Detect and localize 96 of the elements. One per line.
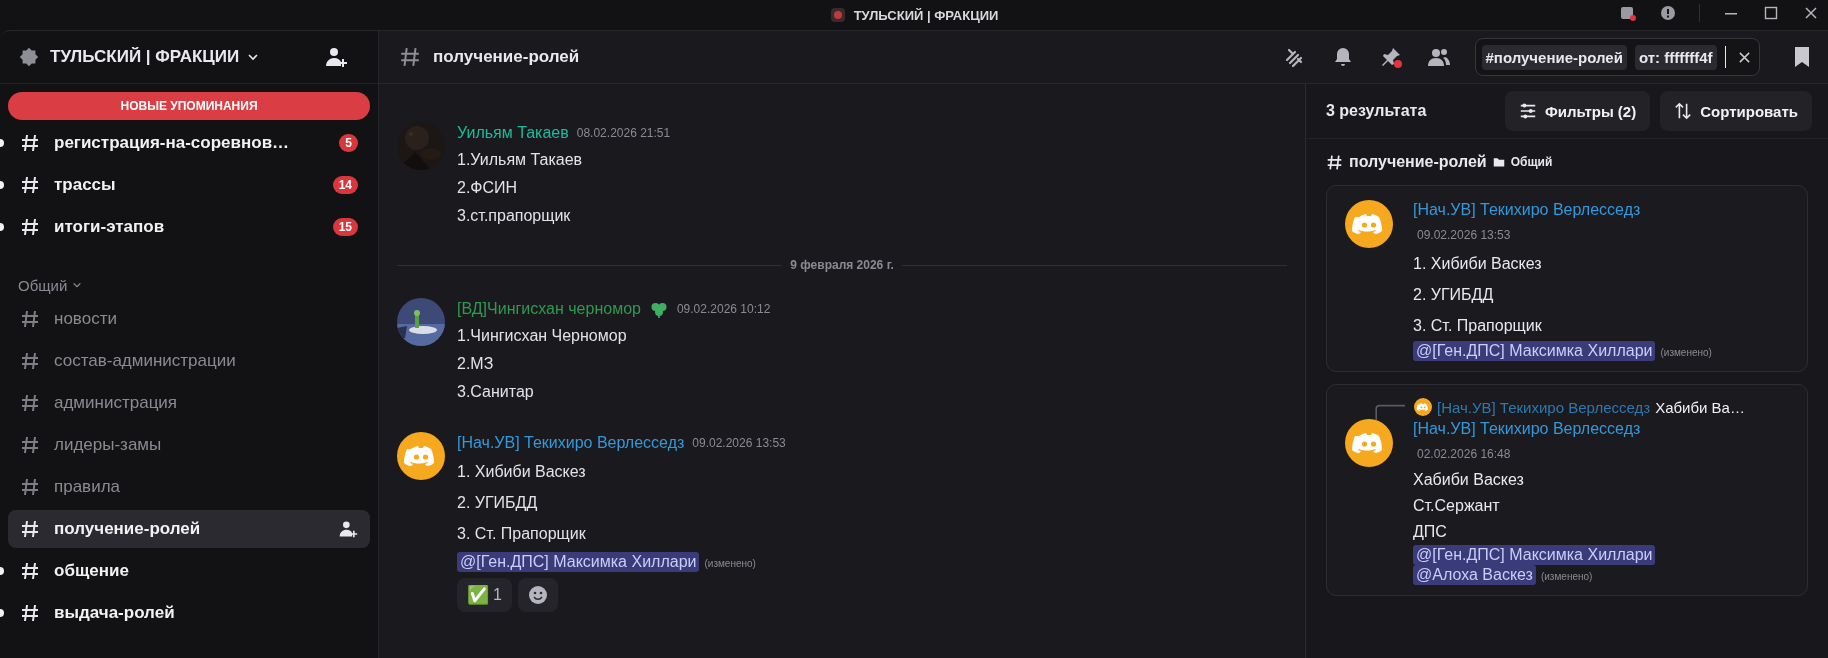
new-mentions-banner[interactable]: НОВЫЕ УПОМИНАНИЯ: [8, 92, 370, 120]
maximize-icon[interactable]: [1762, 4, 1780, 22]
mention[interactable]: @Алоха Васкез: [1413, 565, 1536, 585]
message-text: ДПС: [1413, 522, 1448, 542]
avatar: [1414, 398, 1432, 416]
channel-item[interactable]: выдача-ролей: [8, 594, 370, 632]
category-label: Общий: [1510, 155, 1553, 169]
search-token[interactable]: #получение-ролей: [1481, 44, 1627, 70]
mention[interactable]: @[Ген.ДПС] Максимка Хиллари: [1413, 545, 1656, 565]
edited-label: (изменено): [1660, 347, 1712, 358]
server-icon: [829, 7, 846, 23]
clear-icon[interactable]: [1738, 50, 1751, 64]
message-text: 1.Чингисхан Черномор: [457, 326, 628, 346]
sliders-icon: [1518, 102, 1537, 120]
channel-item[interactable]: новости: [8, 300, 370, 338]
message-text: 3.ст.прапорщик: [457, 206, 572, 226]
hash-icon: [20, 435, 40, 455]
message-text: 1. Хибиби Васкез: [1413, 254, 1543, 274]
inbox-icon[interactable]: [1619, 4, 1637, 22]
message-text: 3.Санитар: [457, 382, 535, 402]
hash-icon: [20, 175, 40, 195]
message-text: 1.Уильям Такаев: [457, 150, 584, 170]
hash-icon: [20, 561, 40, 581]
hash-icon: [20, 217, 40, 237]
author-name[interactable]: Уильям Такаев: [457, 124, 569, 142]
invite-icon[interactable]: [324, 45, 348, 69]
channel-item[interactable]: получение-ролей: [8, 510, 370, 548]
hash-icon: [20, 477, 40, 497]
channel-item[interactable]: общение: [8, 552, 370, 590]
hash-icon: [399, 46, 421, 68]
hash-icon: [20, 393, 40, 413]
timestamp: 09.02.2026 10:12: [676, 302, 771, 316]
hash-icon: [20, 133, 40, 153]
reply-preview[interactable]: Хабиби Ва…: [1655, 398, 1745, 416]
timestamp: 09.02.2026 13:53: [1416, 227, 1512, 244]
invite-icon[interactable]: [338, 519, 358, 539]
result-card[interactable]: [Нач.УВ] Текихиро Верлесседз Хабиби Ва… [Нач.УВ] Текихиро Верлесседз 02.02.2026 16:48 Хабиби Васкез Ст.Сержант ДПС @[Ген.ДПС] Максимка Хиллари @Алоха Васкез (изменено): [1326, 384, 1808, 596]
server-icon: [18, 46, 40, 68]
folder-icon: [1492, 156, 1505, 168]
window-title: ТУЛЬСКИЙ | ФРАКЦИИ: [853, 7, 999, 23]
server-name[interactable]: ТУЛЬСКИЙ | ФРАКЦИИ: [50, 47, 240, 67]
avatar: [397, 432, 445, 480]
message-text: 1. Хибиби Васкез: [457, 462, 587, 482]
unread-count: 5: [339, 134, 358, 152]
filters-button[interactable]: Фильтры (2): [1504, 91, 1651, 131]
results-count: 3 результата: [1326, 102, 1427, 120]
channel-item[interactable]: правила: [8, 468, 370, 506]
hash-icon: [20, 351, 40, 371]
message-text: Хабиби Васкез: [1413, 470, 1525, 490]
message-text: 2.МЗ: [457, 354, 495, 374]
mention[interactable]: @[Ген.ДПС] Максимка Хиллари: [1413, 341, 1656, 361]
channel-item[interactable]: администрация: [8, 384, 370, 422]
unread-count: 15: [332, 218, 358, 236]
message-text: 3. Ст. Прапорщик: [1413, 316, 1543, 336]
author-name[interactable]: [Нач.УВ] Текихиро Верлесседз: [1413, 417, 1656, 441]
message-text: 2. УГИБДД: [1413, 285, 1495, 305]
edited-label: (изменено): [704, 558, 756, 569]
reaction-button[interactable]: ✅ 1: [457, 578, 512, 612]
author-name[interactable]: [Нач.УВ] Текихиро Верлесседз: [1413, 198, 1712, 222]
help-icon[interactable]: [1659, 4, 1677, 22]
hash-icon: [1326, 153, 1343, 171]
add-reaction-button[interactable]: [517, 578, 558, 612]
date-divider: 9 февраля 2026 г.: [790, 258, 894, 272]
message-text: 2.ФСИН: [457, 178, 519, 198]
hash-icon: [20, 603, 40, 623]
sort-button[interactable]: Сортировать: [1660, 91, 1812, 131]
reply-author[interactable]: [Нач.УВ] Текихиро Верлесседз: [1437, 398, 1651, 416]
channel-item[interactable]: итоги-этапов 15: [8, 208, 370, 246]
channel-item[interactable]: трассы 14: [8, 166, 370, 204]
timestamp: 09.02.2026 13:53: [692, 436, 786, 450]
channel-item[interactable]: лидеры-замы: [8, 426, 370, 464]
avatar: [1345, 200, 1393, 248]
author-name[interactable]: [ВД]Чингисхан черномор: [457, 300, 641, 318]
channel-title: получение-ролей: [433, 47, 580, 67]
mention[interactable]: @[Ген.ДПС] Максимка Хиллари: [457, 552, 700, 572]
hash-icon: [20, 309, 40, 329]
message-text: 2. УГИБДД: [457, 493, 539, 513]
smiley-icon: [527, 585, 548, 605]
timestamp: 02.02.2026 16:48: [1416, 446, 1512, 463]
result-card[interactable]: [Нач.УВ] Текихиро Верлесседз 09.02.2026 13:53 1. Хибиби Васкез 2. УГИБДД 3. Ст. Прапорщик @[Ген.ДПС] Максимка Хиллари (изменено): [1326, 185, 1808, 372]
channel-item[interactable]: регистрация-на-соревнов… 5: [8, 124, 370, 162]
search-token[interactable]: от: fffffff4f: [1634, 44, 1717, 70]
hash-icon: [20, 519, 40, 539]
channel-item[interactable]: состав-администрации: [8, 342, 370, 380]
channel-name[interactable]: получение-ролей: [1349, 153, 1487, 171]
message-text: 3. Ст. Прапорщик: [457, 524, 587, 544]
search-field[interactable]: #получение-ролей от: fffffff4f: [1474, 38, 1760, 76]
timestamp: 08.02.2026 21:51: [576, 126, 671, 140]
chevron-icon[interactable]: [247, 51, 260, 63]
sort-icon: [1674, 102, 1693, 120]
edited-label: (изменено): [1540, 571, 1593, 582]
avatar: [1345, 419, 1393, 467]
message-text: Ст.Сержант: [1413, 496, 1501, 516]
category-label[interactable]: Общий: [18, 277, 68, 294]
unread-count: 14: [332, 176, 358, 194]
author-name[interactable]: [Нач.УВ] Текихиро Верлесседз: [457, 434, 685, 452]
